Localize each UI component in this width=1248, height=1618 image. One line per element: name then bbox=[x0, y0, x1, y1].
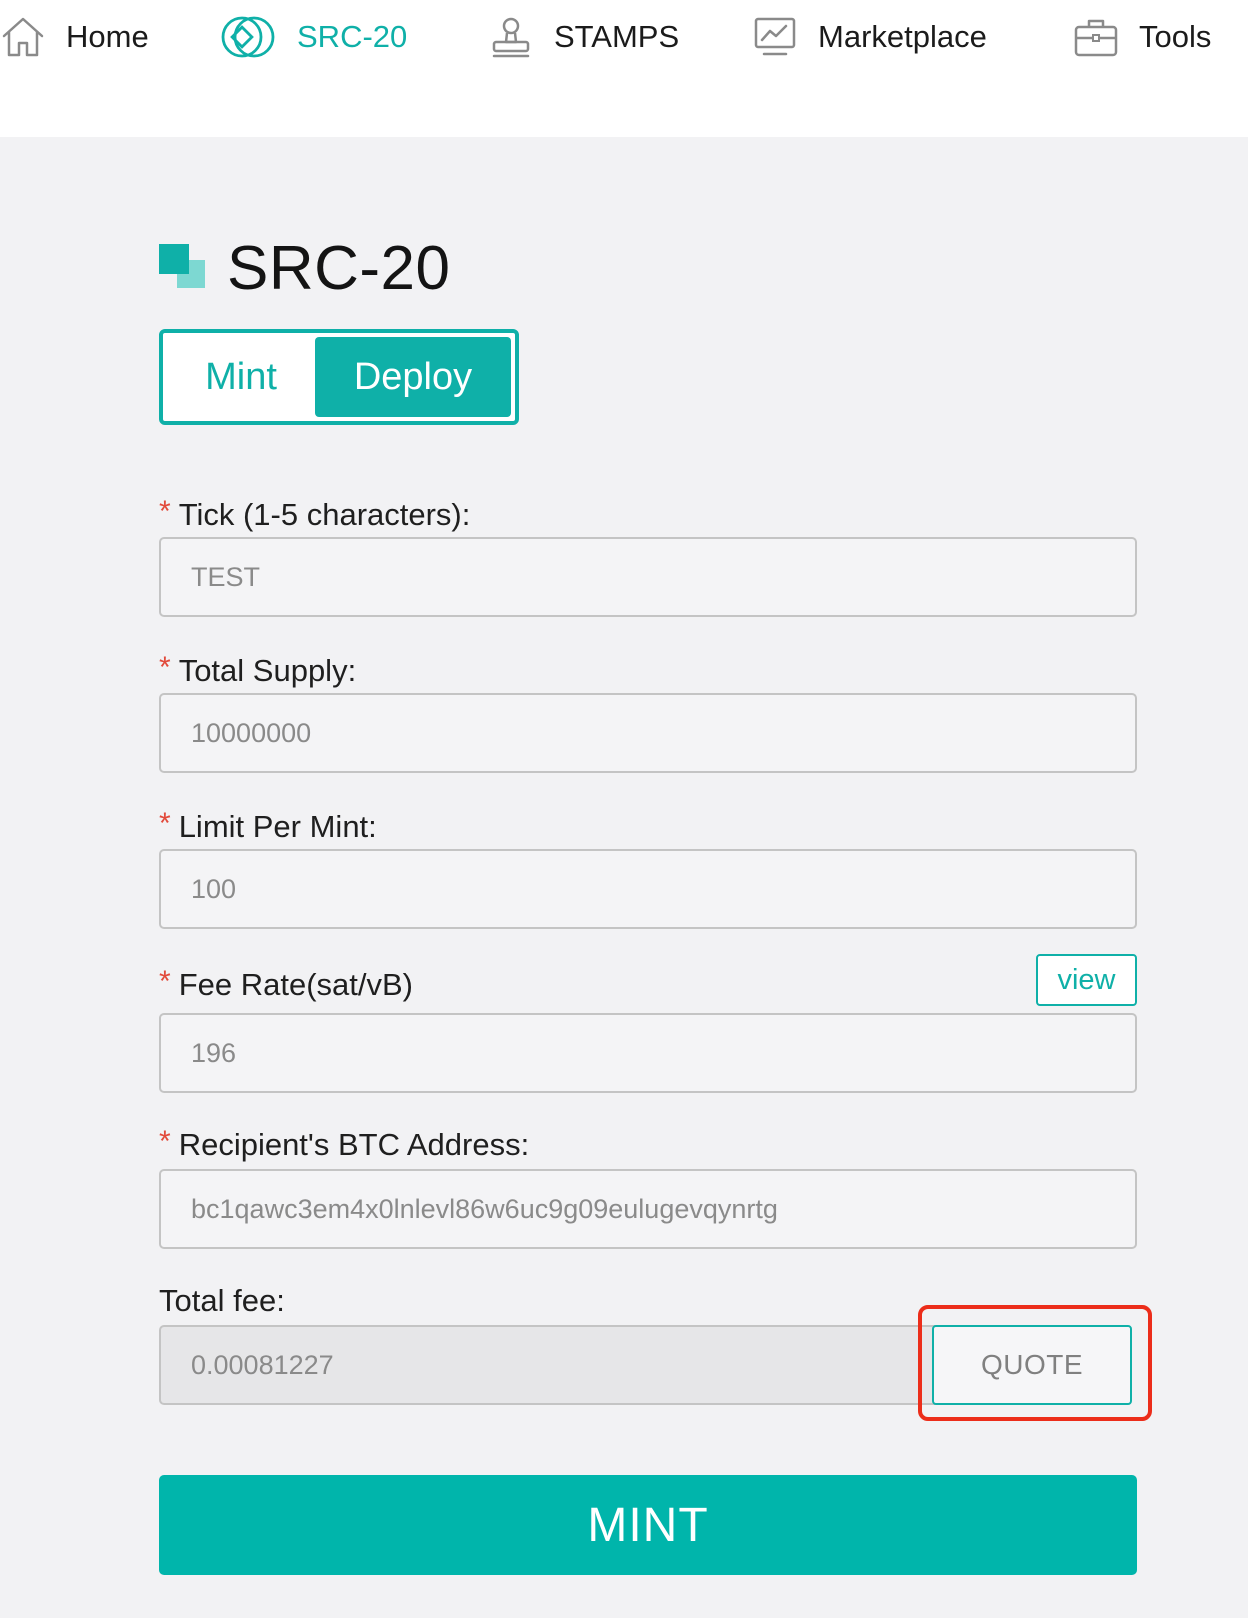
limit-per-mint-input[interactable]: 100 bbox=[159, 849, 1137, 929]
required-marker: * bbox=[159, 807, 171, 840]
tab-deploy[interactable]: Deploy bbox=[315, 337, 511, 417]
tab-mint[interactable]: Mint bbox=[167, 337, 315, 417]
top-navigation: Home SRC-20 STAMPS Marketplace Tools bbox=[0, 0, 1248, 137]
limit-per-mint-label-text: Limit Per Mint: bbox=[178, 809, 377, 844]
home-icon bbox=[0, 14, 46, 60]
chart-monitor-icon bbox=[752, 14, 798, 60]
required-marker: * bbox=[159, 965, 171, 998]
nav-label-home: Home bbox=[66, 19, 149, 54]
recipient-address-label-text: Recipient's BTC Address: bbox=[178, 1127, 530, 1162]
fee-rate-input[interactable]: 196 bbox=[159, 1013, 1137, 1093]
required-marker: * bbox=[159, 1125, 171, 1158]
page-header: SRC-20 bbox=[159, 233, 451, 304]
tick-input[interactable]: TEST bbox=[159, 537, 1137, 617]
tick-label: * Tick (1-5 characters): bbox=[159, 495, 471, 533]
stamp-icon bbox=[488, 14, 534, 60]
nav-item-stamps[interactable]: STAMPS bbox=[488, 12, 679, 62]
required-marker: * bbox=[159, 495, 171, 528]
tick-label-text: Tick (1-5 characters): bbox=[178, 497, 471, 532]
page-title: SRC-20 bbox=[227, 234, 451, 303]
quote-button[interactable]: QUOTE bbox=[932, 1325, 1132, 1405]
total-fee-label: Total fee: bbox=[159, 1283, 285, 1318]
src20-coin-icon bbox=[219, 14, 277, 60]
nav-item-tools[interactable]: Tools bbox=[1073, 12, 1211, 62]
view-fee-rate-button[interactable]: view bbox=[1036, 954, 1137, 1006]
nav-label-src20: SRC-20 bbox=[297, 19, 408, 54]
fee-rate-label-text: Fee Rate(sat/vB) bbox=[178, 967, 413, 1002]
main-content: SRC-20 Mint Deploy * Tick (1-5 character… bbox=[0, 137, 1248, 1618]
required-marker: * bbox=[159, 651, 171, 684]
nav-label-stamps: STAMPS bbox=[554, 19, 680, 54]
recipient-address-label: * Recipient's BTC Address: bbox=[159, 1125, 530, 1163]
stacked-squares-icon bbox=[159, 244, 205, 293]
fee-rate-label: * Fee Rate(sat/vB) bbox=[159, 965, 413, 1003]
nav-item-src20[interactable]: SRC-20 bbox=[219, 12, 407, 62]
nav-label-tools: Tools bbox=[1139, 19, 1212, 54]
total-fee-display: 0.00081227 bbox=[159, 1325, 939, 1405]
nav-item-marketplace[interactable]: Marketplace bbox=[752, 12, 987, 62]
total-supply-label-text: Total Supply: bbox=[178, 653, 357, 688]
mode-tabs: Mint Deploy bbox=[159, 329, 519, 425]
limit-per-mint-label: * Limit Per Mint: bbox=[159, 807, 377, 845]
nav-item-home[interactable]: Home bbox=[0, 12, 149, 62]
mint-submit-button[interactable]: MINT bbox=[159, 1475, 1137, 1575]
nav-label-marketplace: Marketplace bbox=[818, 19, 987, 54]
briefcase-icon bbox=[1073, 14, 1119, 60]
total-supply-label: * Total Supply: bbox=[159, 651, 357, 689]
recipient-address-input[interactable]: bc1qawc3em4x0lnlevl86w6uc9g09eulugevqynr… bbox=[159, 1169, 1137, 1249]
total-supply-input[interactable]: 10000000 bbox=[159, 693, 1137, 773]
